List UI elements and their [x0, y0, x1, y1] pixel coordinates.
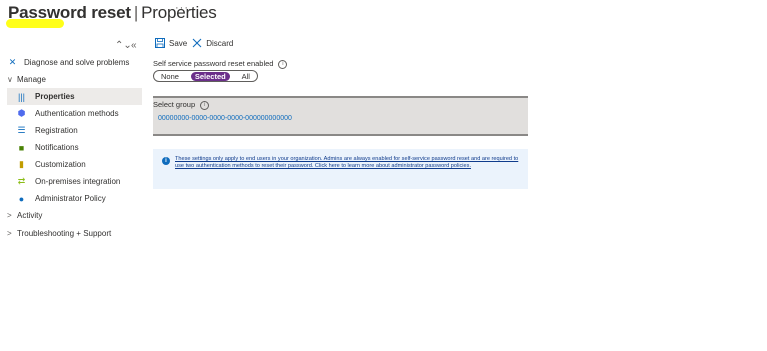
- save-button[interactable]: Save: [155, 38, 187, 48]
- sidebar-item-label: Manage: [17, 75, 46, 84]
- sidebar-item-label: Authentication methods: [35, 109, 119, 118]
- list-icon: ☰: [17, 125, 26, 135]
- sidebar-item-customization[interactable]: ▮ Customization: [16, 156, 86, 173]
- sidebar-group-manage[interactable]: ∨ Manage: [7, 71, 46, 88]
- save-icon: [155, 38, 165, 48]
- sidebar-item-label: Properties: [35, 92, 75, 101]
- info-banner-link[interactable]: These settings only apply to end users i…: [175, 156, 523, 170]
- sort-icon[interactable]: ⌃⌄: [115, 40, 132, 51]
- info-icon: ●: [18, 193, 25, 204]
- shield-icon: ⬢: [17, 108, 26, 118]
- sspr-option-all[interactable]: All: [238, 72, 254, 81]
- sidebar-item-notifications[interactable]: ■ Notifications: [16, 139, 79, 156]
- selected-group-link[interactable]: 00000000-0000-0000-0000-000000000000: [158, 115, 292, 122]
- wrench-icon: ✕: [8, 57, 17, 67]
- notification-icon: ■: [18, 142, 25, 153]
- sync-icon: ⇄: [17, 176, 26, 186]
- properties-icon: |||: [17, 91, 25, 102]
- sidebar-item-label: Administrator Policy: [35, 194, 106, 203]
- sidebar-item-properties[interactable]: ||| Properties: [16, 88, 75, 105]
- info-icon: i: [162, 157, 170, 165]
- sspr-label-text: Self service password reset enabled: [153, 59, 274, 68]
- sidebar-item-label: On-premises integration: [35, 177, 121, 186]
- bars-icon: ▮: [19, 159, 24, 169]
- sidebar-item-label: Customization: [35, 160, 86, 169]
- more-options-button[interactable]: ···: [175, 2, 189, 14]
- collapse-sidebar-icon[interactable]: «: [131, 40, 137, 51]
- sidebar-item-registration[interactable]: ☰ Registration: [16, 122, 78, 139]
- close-icon: [192, 38, 202, 48]
- chevron-down-icon: ∨: [7, 75, 13, 84]
- sidebar-group-activity[interactable]: > Activity: [7, 207, 42, 224]
- sidebar-group-troubleshooting[interactable]: > Troubleshooting + Support: [7, 225, 111, 242]
- command-bar: Save Discard: [155, 38, 233, 48]
- sidebar-item-label: Activity: [17, 211, 43, 220]
- sidebar-item-on-premises-integration[interactable]: ⇄ On-premises integration: [16, 173, 121, 190]
- chevron-right-icon: >: [7, 229, 12, 238]
- title-separator: |: [133, 3, 139, 22]
- sspr-option-selected[interactable]: Selected: [190, 71, 230, 81]
- chevron-right-icon: >: [7, 211, 12, 220]
- page-title-main: Password reset: [8, 3, 131, 22]
- sidebar-item-label: Notifications: [35, 143, 79, 152]
- sidebar-item-administrator-policy[interactable]: ● Administrator Policy: [16, 190, 106, 207]
- sidebar-item-label: Registration: [35, 126, 78, 135]
- sidebar-item-authentication-methods[interactable]: ⬢ Authentication methods: [16, 105, 119, 122]
- sidebar-item-label: Troubleshooting + Support: [17, 229, 112, 238]
- select-group-label: Select group i: [153, 100, 210, 110]
- select-group-label-text: Select group: [153, 100, 196, 109]
- sidebar-item-label: Diagnose and solve problems: [24, 58, 130, 67]
- info-tooltip-icon[interactable]: i: [200, 100, 210, 110]
- sidebar-item-diagnose[interactable]: ✕ Diagnose and solve problems: [7, 54, 130, 71]
- discard-label: Discard: [206, 38, 234, 48]
- sspr-toggle: None Selected All: [153, 70, 258, 82]
- info-tooltip-icon[interactable]: i: [278, 59, 288, 69]
- sspr-option-none[interactable]: None: [157, 72, 183, 81]
- sspr-label: Self service password reset enabled i: [153, 59, 288, 69]
- save-label: Save: [169, 38, 188, 48]
- discard-button[interactable]: Discard: [192, 38, 233, 48]
